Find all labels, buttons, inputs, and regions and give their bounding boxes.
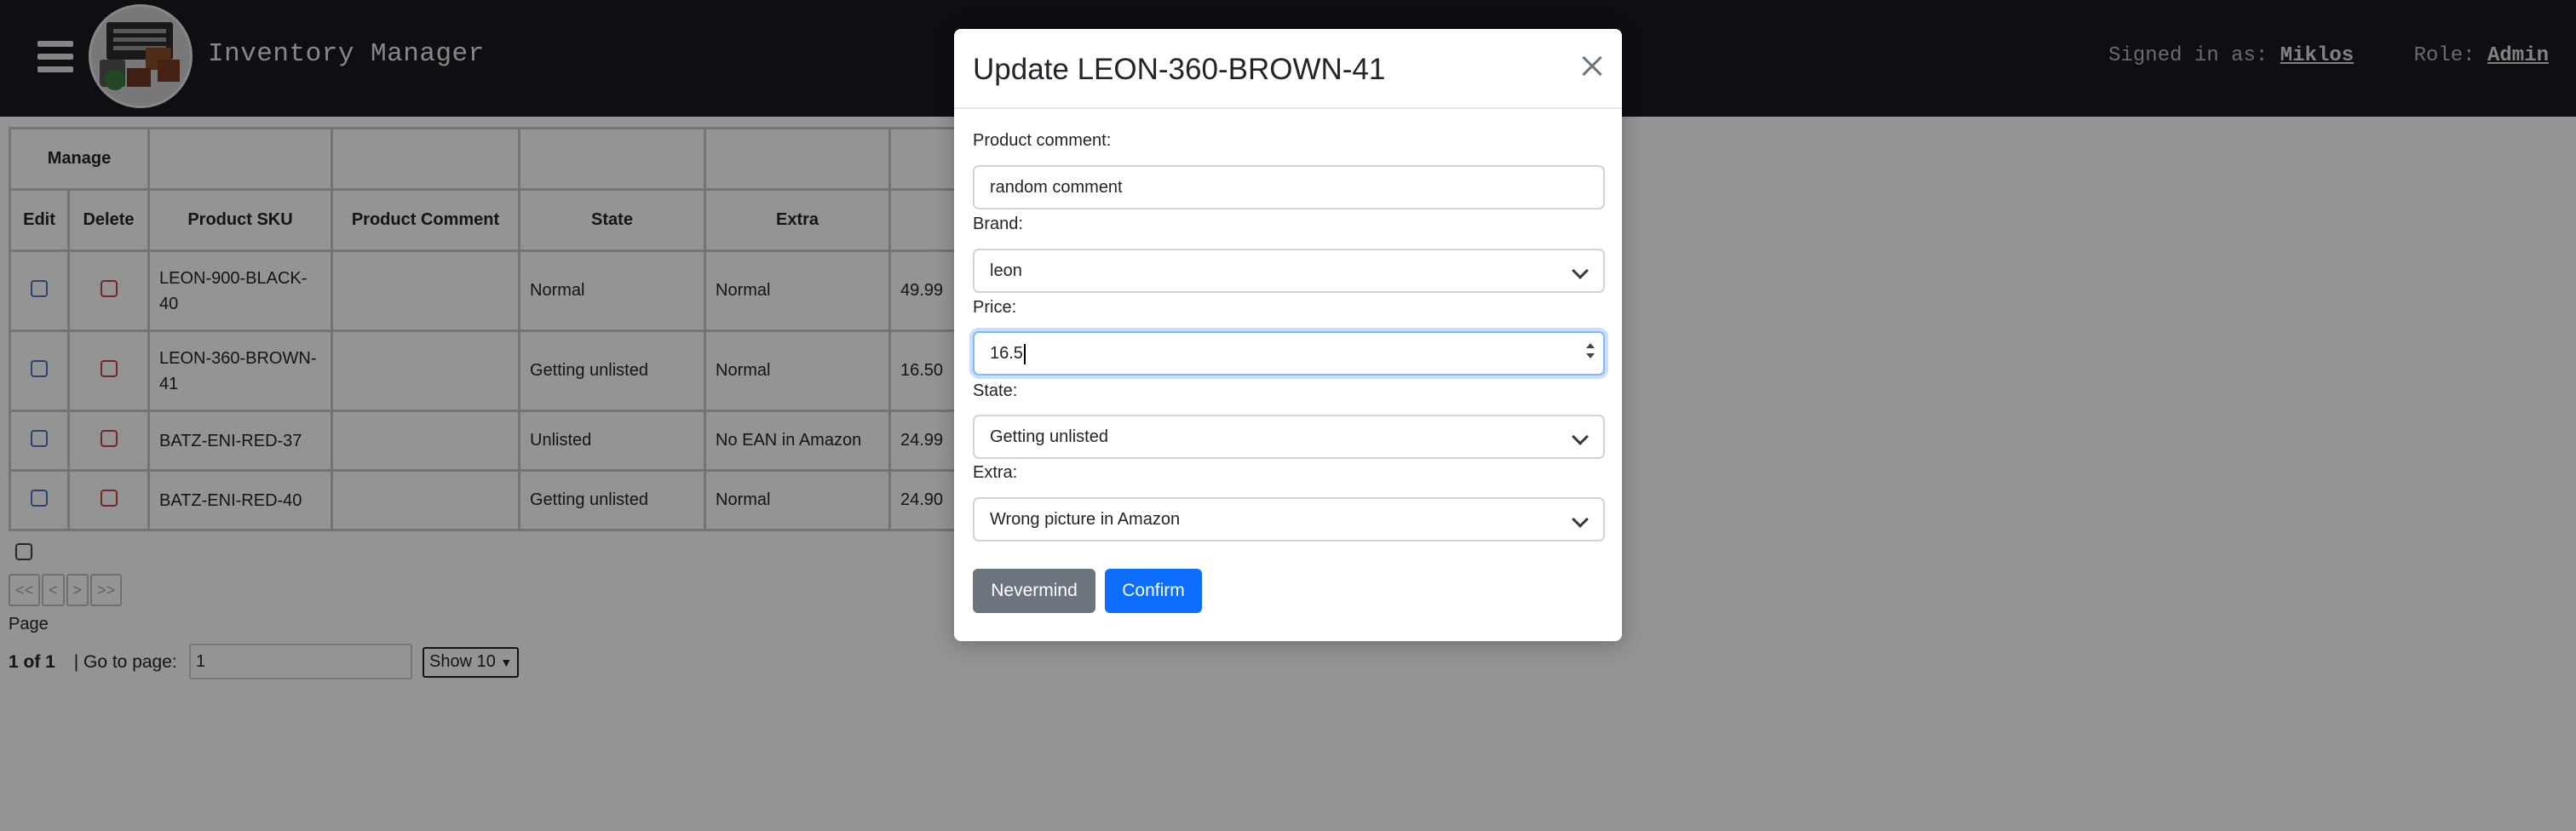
- text-caret: [1023, 343, 1026, 364]
- brand-select-value: leon: [990, 261, 1022, 280]
- modal-header: Update LEON-360-BROWN-41: [954, 29, 1622, 109]
- extra-label: Extra:: [973, 463, 1018, 482]
- close-icon[interactable]: [1578, 51, 1608, 82]
- chevron-down-icon: [1572, 262, 1589, 279]
- brand-label: Brand:: [973, 215, 1023, 233]
- state-label: State:: [973, 381, 1018, 400]
- modal-title: Update LEON-360-BROWN-41: [973, 53, 1386, 86]
- price-input-value: 16.5: [990, 344, 1023, 363]
- update-product-modal: Update LEON-360-BROWN-41 Product comment…: [954, 29, 1622, 641]
- price-label: Price:: [973, 298, 1017, 317]
- state-select[interactable]: Getting unlisted: [973, 415, 1605, 459]
- extra-select-value: Wrong picture in Amazon: [990, 510, 1181, 529]
- extra-select[interactable]: Wrong picture in Amazon: [973, 497, 1605, 542]
- state-select-value: Getting unlisted: [990, 427, 1108, 446]
- comment-input[interactable]: random comment: [973, 165, 1605, 209]
- confirm-button[interactable]: Confirm: [1105, 569, 1202, 613]
- brand-select[interactable]: leon: [973, 249, 1605, 293]
- comment-input-value: random comment: [990, 178, 1123, 197]
- nevermind-button[interactable]: Nevermind: [973, 569, 1095, 613]
- price-input[interactable]: 16.5: [973, 331, 1605, 375]
- chevron-down-icon: [1572, 511, 1589, 528]
- chevron-down-icon: [1572, 428, 1589, 445]
- comment-label: Product comment:: [973, 131, 1112, 150]
